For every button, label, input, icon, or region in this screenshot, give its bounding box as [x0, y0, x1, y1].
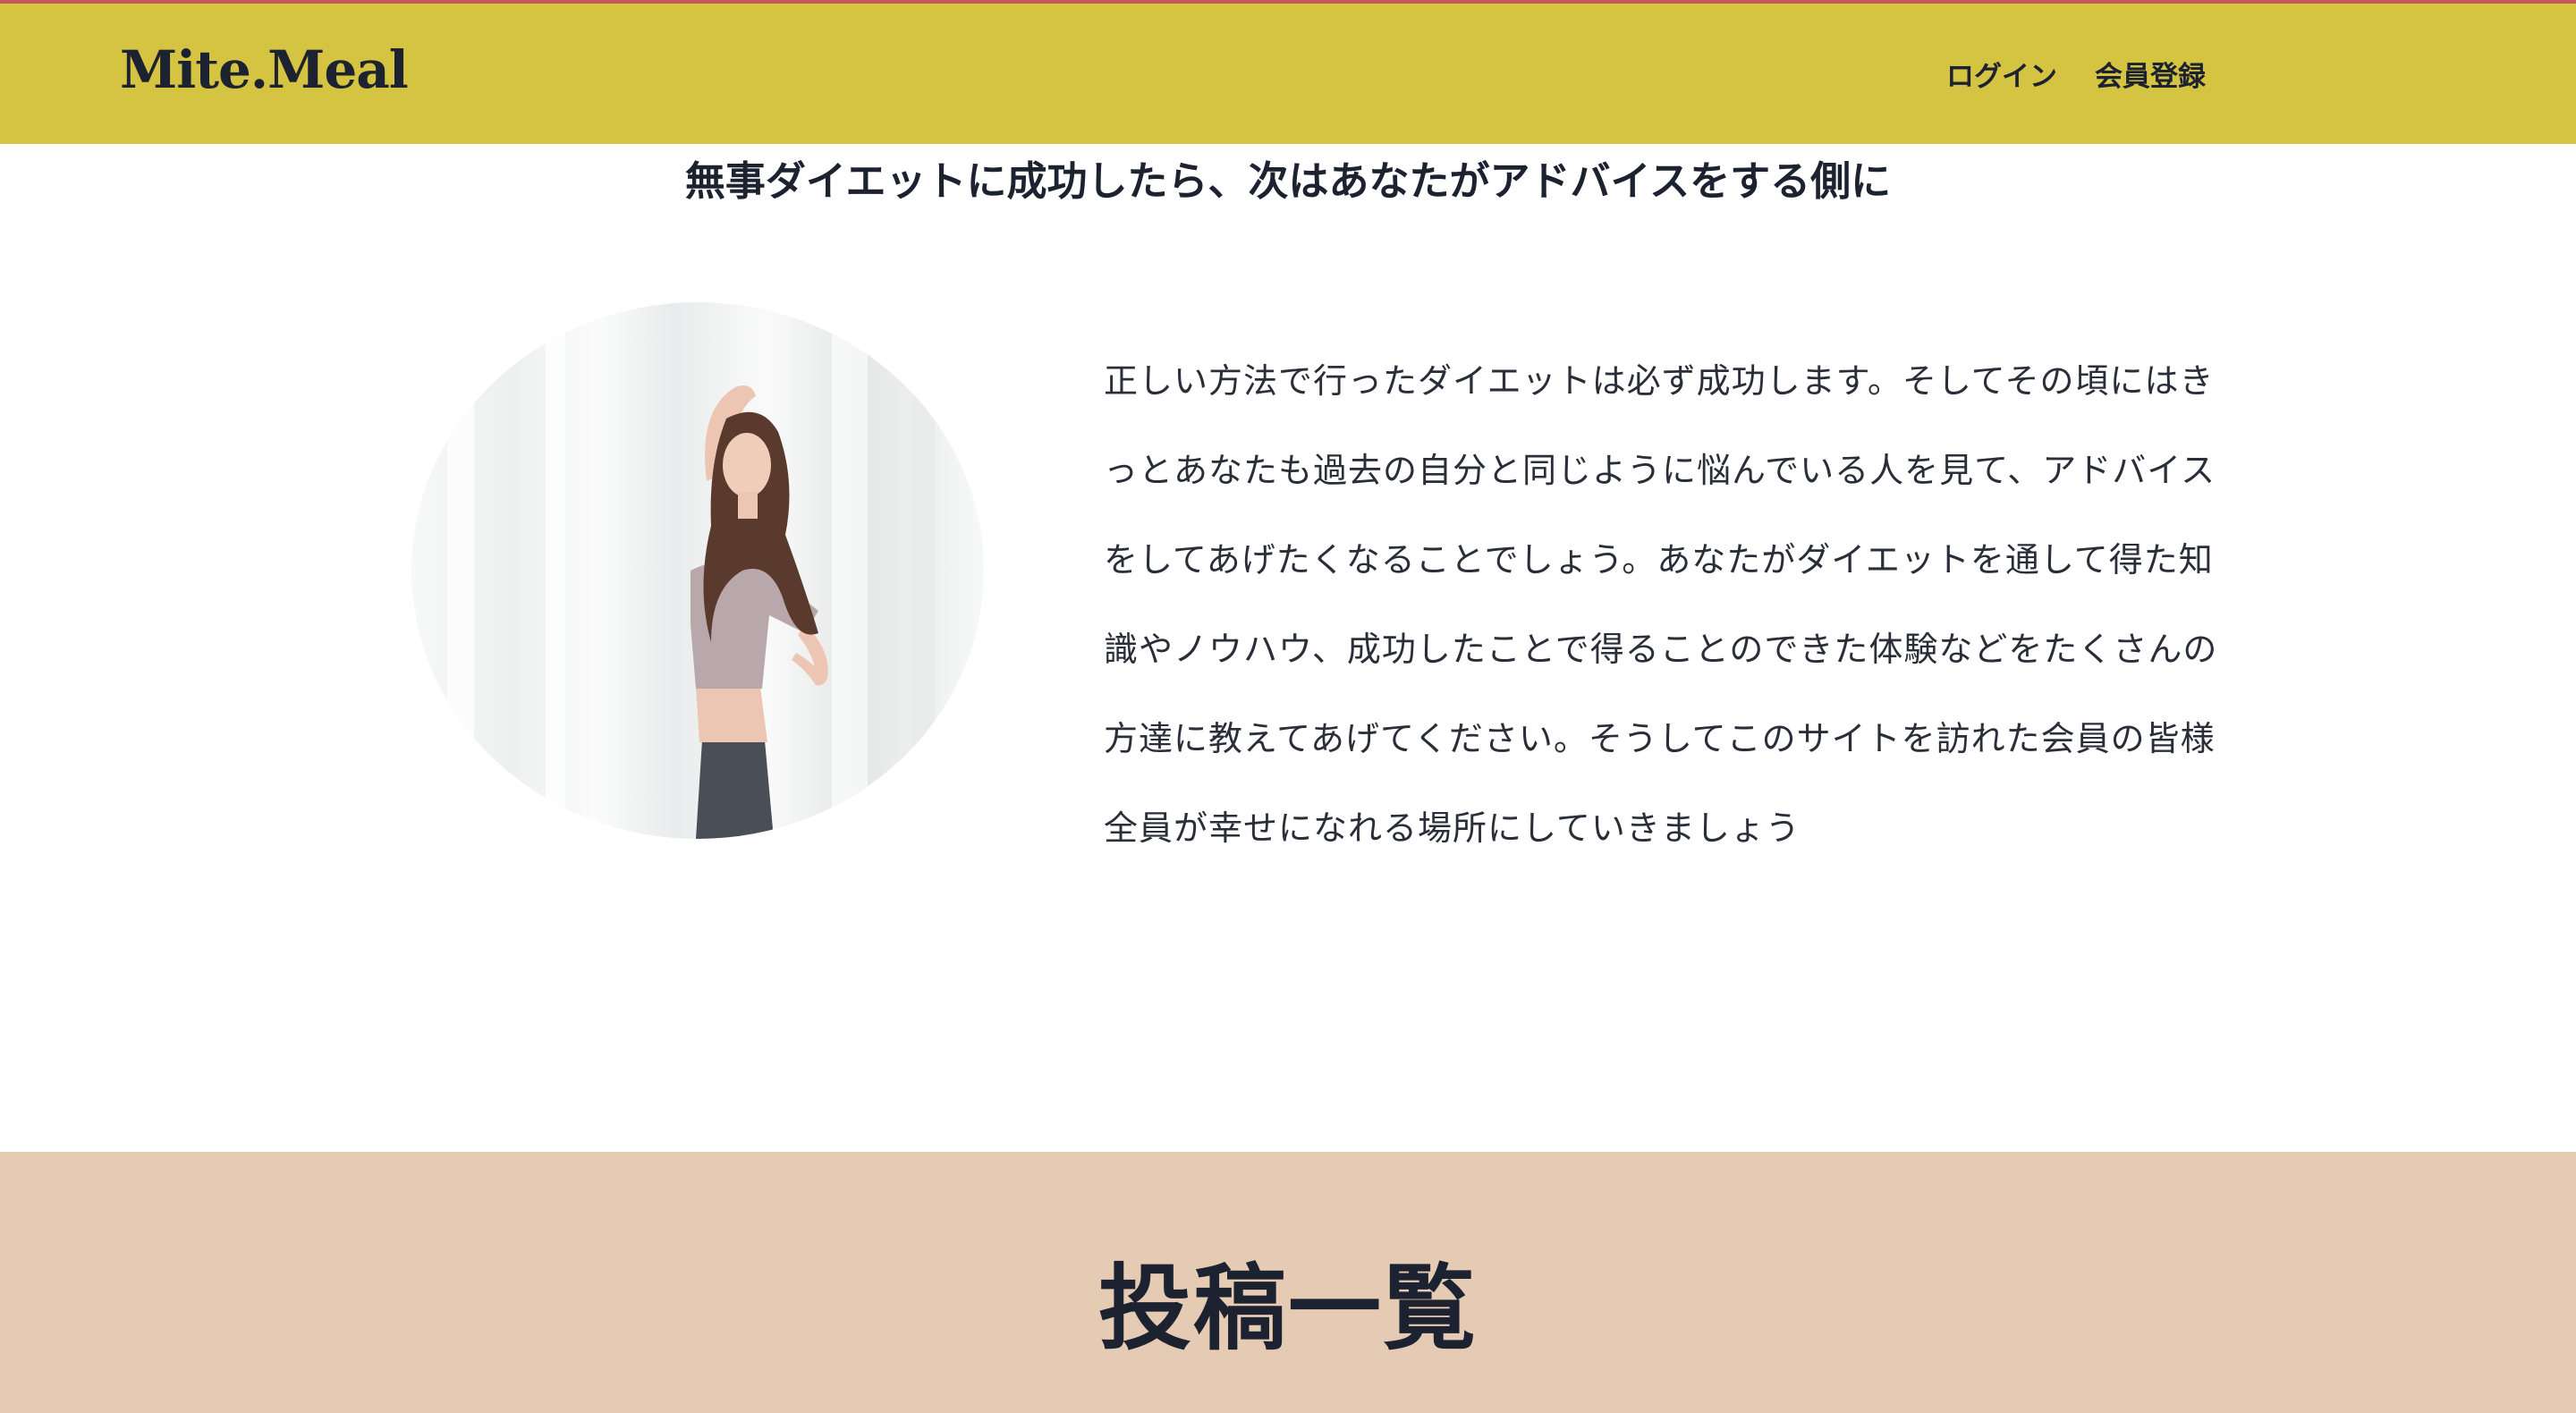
- woman-stretching-photo: [411, 302, 984, 839]
- login-link[interactable]: ログイン: [1946, 54, 2057, 94]
- header-nav: ログイン 会員登録: [1946, 54, 2206, 94]
- intro-body-text: 正しい方法で行ったダイエットは必ず成功します。そしてその頃にはき っとあなたも過…: [1104, 361, 2218, 848]
- site-header: Mite.Meal ログイン 会員登録: [0, 4, 2576, 144]
- section-heading: 無事ダイエットに成功したら、次はあなたがアドバイスをする側に: [684, 157, 1892, 205]
- posts-title: 投稿一覧: [1097, 1254, 1478, 1363]
- signup-link[interactable]: 会員登録: [2095, 54, 2206, 94]
- site-logo[interactable]: Mite.Meal: [120, 39, 409, 100]
